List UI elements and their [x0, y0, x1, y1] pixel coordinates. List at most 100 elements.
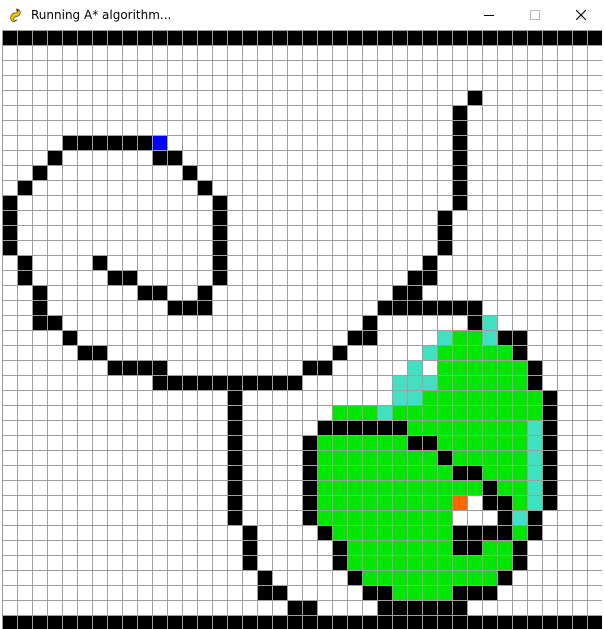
- open-cell[interactable]: [407, 360, 422, 375]
- barrier-cell[interactable]: [527, 360, 542, 375]
- barrier-cell[interactable]: [17, 180, 32, 195]
- barrier-cell[interactable]: [317, 525, 332, 540]
- closed-cell[interactable]: [437, 345, 512, 360]
- barrier-cell[interactable]: [167, 300, 212, 315]
- open-cell[interactable]: [377, 405, 392, 420]
- open-cell[interactable]: [392, 375, 437, 390]
- barrier-cell[interactable]: [227, 450, 242, 465]
- barrier-cell[interactable]: [197, 285, 212, 300]
- astar-grid[interactable]: [2, 30, 602, 629]
- barrier-cell[interactable]: [302, 435, 317, 450]
- barrier-cell[interactable]: [2, 195, 17, 210]
- open-cell[interactable]: [527, 450, 542, 465]
- open-cell[interactable]: [422, 345, 437, 360]
- barrier-cell[interactable]: [227, 390, 242, 405]
- astar-grid-canvas[interactable]: [2, 30, 602, 629]
- barrier-cell[interactable]: [437, 450, 452, 465]
- barrier-cell[interactable]: [227, 510, 242, 525]
- barrier-cell[interactable]: [212, 195, 227, 210]
- closed-cell[interactable]: [347, 555, 512, 570]
- barrier-cell[interactable]: [227, 405, 242, 420]
- barrier-cell[interactable]: [452, 135, 467, 150]
- barrier-cell[interactable]: [542, 435, 557, 450]
- closed-cell[interactable]: [407, 420, 542, 435]
- open-cell[interactable]: [482, 330, 497, 345]
- barrier-cell[interactable]: [542, 390, 557, 405]
- barrier-cell[interactable]: [32, 285, 47, 300]
- closed-cell[interactable]: [512, 495, 527, 510]
- open-cell[interactable]: [527, 435, 542, 450]
- open-cell[interactable]: [527, 480, 542, 495]
- barrier-cell[interactable]: [32, 165, 47, 180]
- barrier-cell[interactable]: [32, 300, 47, 315]
- barrier-cell[interactable]: [467, 90, 482, 105]
- barrier-cell[interactable]: [62, 330, 77, 345]
- barrier-cell[interactable]: [227, 480, 242, 495]
- closed-cell[interactable]: [482, 465, 527, 480]
- barrier-cell[interactable]: [92, 255, 107, 270]
- barrier-cell[interactable]: [542, 495, 557, 510]
- open-cell[interactable]: [482, 315, 497, 330]
- barrier-cell[interactable]: [452, 120, 467, 135]
- barrier-cell[interactable]: [452, 180, 467, 195]
- barrier-cell[interactable]: [212, 225, 227, 240]
- barrier-cell[interactable]: [527, 510, 542, 525]
- barrier-cell[interactable]: [452, 150, 467, 165]
- barrier-cell[interactable]: [332, 555, 347, 570]
- barrier-cell[interactable]: [227, 465, 242, 480]
- barrier-cell[interactable]: [212, 270, 227, 285]
- barrier-cell[interactable]: [2, 240, 17, 255]
- closed-cell[interactable]: [317, 510, 452, 525]
- barrier-cell[interactable]: [437, 240, 452, 255]
- barrier-cell[interactable]: [212, 240, 227, 255]
- barrier-cell[interactable]: [332, 540, 347, 555]
- barrier-cell[interactable]: [452, 165, 467, 180]
- barrier-cell[interactable]: [302, 495, 317, 510]
- barrier-cell[interactable]: [242, 540, 257, 555]
- barrier-cell[interactable]: [467, 315, 482, 330]
- barrier-cell[interactable]: [512, 540, 527, 555]
- barrier-cell[interactable]: [47, 150, 62, 165]
- barrier-cell[interactable]: [227, 435, 242, 450]
- closed-cell[interactable]: [317, 465, 452, 480]
- barrier-cell[interactable]: [512, 555, 527, 570]
- barrier-cell[interactable]: [542, 465, 557, 480]
- barrier-cell[interactable]: [242, 555, 257, 570]
- barrier-cell[interactable]: [227, 420, 242, 435]
- barrier-cell[interactable]: [17, 255, 32, 270]
- barrier-cell[interactable]: [452, 195, 467, 210]
- barrier-cell[interactable]: [542, 480, 557, 495]
- barrier-cell[interactable]: [257, 570, 272, 585]
- barrier-cell[interactable]: [452, 585, 497, 600]
- barrier-cell[interactable]: [542, 420, 557, 435]
- title-bar[interactable]: Running A* algorithm...: [0, 0, 604, 30]
- open-cell[interactable]: [527, 420, 542, 435]
- barrier-cell[interactable]: [302, 450, 317, 465]
- open-cell[interactable]: [527, 495, 542, 510]
- barrier-cell[interactable]: [512, 345, 527, 360]
- maximize-button[interactable]: [512, 0, 558, 30]
- barrier-cell[interactable]: [527, 525, 542, 540]
- barrier-cell[interactable]: [227, 495, 242, 510]
- current-node[interactable]: [452, 495, 467, 510]
- open-cell[interactable]: [527, 465, 542, 480]
- barrier-cell[interactable]: [17, 270, 32, 285]
- barrier-cell[interactable]: [437, 210, 452, 225]
- barrier-cell[interactable]: [422, 255, 437, 270]
- barrier-cell[interactable]: [452, 105, 467, 120]
- start-node[interactable]: [152, 135, 167, 150]
- closed-cell[interactable]: [452, 450, 527, 465]
- barrier-cell[interactable]: [497, 570, 512, 585]
- barrier-cell[interactable]: [497, 510, 512, 525]
- barrier-cell[interactable]: [197, 180, 212, 195]
- barrier-cell[interactable]: [2, 210, 17, 225]
- barrier-cell[interactable]: [362, 315, 377, 330]
- barrier-cell[interactable]: [302, 465, 317, 480]
- barrier-cell[interactable]: [302, 510, 317, 525]
- closed-cell[interactable]: [512, 525, 527, 540]
- barrier-cell[interactable]: [302, 480, 317, 495]
- closed-cell[interactable]: [362, 570, 497, 585]
- barrier-cell[interactable]: [212, 210, 227, 225]
- barrier-cell[interactable]: [437, 225, 452, 240]
- barrier-cell[interactable]: [332, 345, 347, 360]
